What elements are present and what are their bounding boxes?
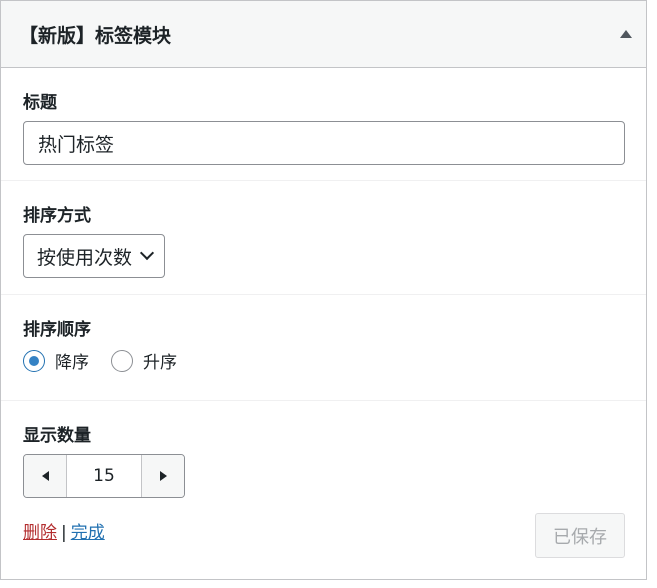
order-option-asc[interactable]: 升序 <box>111 348 177 373</box>
title-input[interactable] <box>23 121 625 165</box>
order-label: 排序顺序 <box>23 320 91 340</box>
radio-desc-label: 降序 <box>55 353 89 373</box>
footer-links: 删除 | 完成 <box>23 518 105 543</box>
widget-header[interactable]: 【新版】标签模块 <box>1 1 646 68</box>
count-input[interactable] <box>67 455 141 497</box>
link-separator: | <box>61 523 67 543</box>
title-section: 标题 <box>1 68 646 181</box>
chevron-down-icon <box>139 245 155 261</box>
order-section: 排序顺序 降序 升序 <box>1 295 646 401</box>
saved-button[interactable]: 已保存 <box>535 513 625 558</box>
orderby-selected-value: 按使用次数 <box>37 246 133 269</box>
count-stepper <box>23 454 185 498</box>
increment-button[interactable] <box>141 455 184 497</box>
radio-desc[interactable] <box>23 349 45 372</box>
triangle-left-icon <box>41 471 49 481</box>
count-label: 显示数量 <box>23 426 91 446</box>
title-label: 标题 <box>23 93 57 113</box>
tag-widget: 【新版】标签模块 标题 排序方式 按使用次数 排序顺序 降序 升序 显示数量 <box>0 0 647 580</box>
done-link[interactable]: 完成 <box>71 523 105 543</box>
collapse-arrow-icon[interactable] <box>620 30 632 38</box>
widget-footer: 删除 | 完成 已保存 <box>23 513 625 561</box>
radio-checked-dot-icon <box>29 355 39 366</box>
order-option-desc[interactable]: 降序 <box>23 348 89 373</box>
orderby-section: 排序方式 按使用次数 <box>1 181 646 295</box>
count-section: 显示数量 <box>1 401 646 511</box>
radio-asc-label: 升序 <box>143 353 177 373</box>
widget-title: 【新版】标签模块 <box>19 24 172 47</box>
orderby-select[interactable]: 按使用次数 <box>23 234 166 278</box>
orderby-label: 排序方式 <box>23 206 91 226</box>
delete-link[interactable]: 删除 <box>23 523 57 543</box>
radio-asc[interactable] <box>111 349 133 372</box>
decrement-button[interactable] <box>24 455 67 497</box>
order-radio-group: 降序 升序 <box>23 348 624 373</box>
triangle-right-icon <box>159 471 167 481</box>
